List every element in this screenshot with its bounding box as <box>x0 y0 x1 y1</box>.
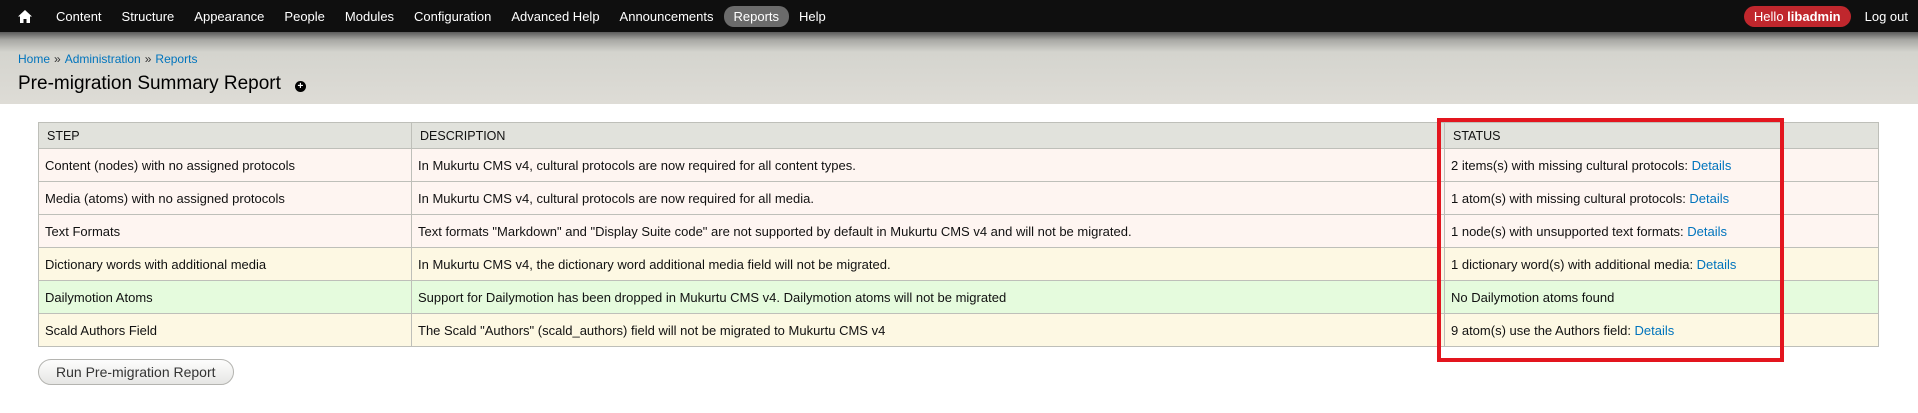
menu-item-people[interactable]: People <box>274 6 334 27</box>
table-row: Scald Authors Field The Scald "Authors" (… <box>38 313 1879 347</box>
details-link[interactable]: Details <box>1692 158 1732 173</box>
menu-item-reports[interactable]: Reports <box>723 5 790 27</box>
home-icon[interactable] <box>14 5 36 27</box>
toolbar-menu: Content Structure Appearance People Modules C… <box>46 5 836 27</box>
step-cell: Content (nodes) with no assigned protoco… <box>38 148 412 182</box>
status-cell: 1 node(s) with unsupported text formats:… <box>1444 214 1879 248</box>
menu-item-help[interactable]: Help <box>789 6 836 27</box>
table-row: Media (atoms) with no assigned protocols… <box>38 181 1879 215</box>
status-text: No Dailymotion atoms found <box>1451 289 1615 305</box>
breadcrumb-separator: » <box>54 52 61 66</box>
table-row: Dailymotion Atoms Support for Dailymotion… <box>38 280 1879 314</box>
breadcrumb-reports[interactable]: Reports <box>155 52 197 66</box>
breadcrumb-administration[interactable]: Administration <box>65 52 141 66</box>
plus-circle-icon[interactable]: + <box>294 80 306 92</box>
page-title: Pre-migration Summary Report <box>18 73 281 94</box>
table-row: Text Formats Text formats "Markdown" and … <box>38 214 1879 248</box>
status-text: 1 dictionary word(s) with additional med… <box>1451 256 1697 272</box>
menu-item-structure[interactable]: Structure <box>112 6 185 27</box>
column-header-step: STEP <box>38 122 412 149</box>
status-text: 1 node(s) with unsupported text formats: <box>1451 223 1688 239</box>
details-link[interactable]: Details <box>1687 224 1727 239</box>
menu-item-announcements[interactable]: Announcements <box>610 6 724 27</box>
details-link[interactable]: Details <box>1635 323 1675 338</box>
status-text: 2 items(s) with missing cultural protoco… <box>1451 157 1692 173</box>
breadcrumb-home[interactable]: Home <box>18 52 50 66</box>
step-cell: Dailymotion Atoms <box>38 280 412 314</box>
main-content: STEP DESCRIPTION STATUS Content (nodes) … <box>0 104 1918 385</box>
description-cell: In Mukurtu CMS v4, cultural protocols ar… <box>411 148 1445 182</box>
breadcrumb: Home» Administration» Reports <box>18 52 1900 66</box>
status-cell: 2 items(s) with missing cultural protoco… <box>1444 148 1879 182</box>
breadcrumb-separator: » <box>144 52 152 66</box>
step-cell: Text Formats <box>38 214 412 248</box>
logout-link[interactable]: Log out <box>1865 9 1908 24</box>
status-text: 1 atom(s) with missing cultural protocol… <box>1451 190 1690 206</box>
status-cell: 1 atom(s) with missing cultural protocol… <box>1444 181 1879 215</box>
menu-item-modules[interactable]: Modules <box>335 6 404 27</box>
description-cell: Support for Dailymotion has been dropped… <box>411 280 1445 314</box>
status-cell: 1 dictionary word(s) with additional med… <box>1444 247 1879 281</box>
summary-table: STEP DESCRIPTION STATUS Content (nodes) … <box>38 122 1879 347</box>
column-header-status: STATUS <box>1444 122 1879 149</box>
greeting-prefix: Hello <box>1753 8 1788 24</box>
run-report-button[interactable]: Run Pre-migration Report <box>38 359 234 385</box>
description-cell: In Mukurtu CMS v4, cultural protocols ar… <box>411 181 1445 215</box>
description-cell: In Mukurtu CMS v4, the dictionary word a… <box>411 247 1445 281</box>
table-row: Dictionary words with additional media In… <box>38 247 1879 281</box>
details-link[interactable]: Details <box>1689 191 1729 206</box>
menu-item-configuration[interactable]: Configuration <box>404 6 501 27</box>
status-cell: No Dailymotion atoms found <box>1444 280 1879 314</box>
page-header: Home» Administration» Reports Pre-migratio… <box>0 32 1918 104</box>
status-text: 9 atom(s) use the Authors field: <box>1451 322 1635 338</box>
details-link[interactable]: Details <box>1697 257 1737 272</box>
menu-item-content[interactable]: Content <box>46 6 112 27</box>
step-cell: Scald Authors Field <box>38 313 412 347</box>
table-row: Content (nodes) with no assigned protoco… <box>38 148 1879 182</box>
step-cell: Dictionary words with additional media <box>38 247 412 281</box>
status-cell: 9 atom(s) use the Authors field: Details <box>1444 313 1879 347</box>
column-header-description: DESCRIPTION <box>411 122 1445 149</box>
step-cell: Media (atoms) with no assigned protocols <box>38 181 412 215</box>
menu-item-appearance[interactable]: Appearance <box>184 6 274 27</box>
user-greeting-badge[interactable]: Hello libadmin <box>1743 5 1851 27</box>
description-cell: Text formats "Markdown" and "Display Sui… <box>411 214 1445 248</box>
description-cell: The Scald "Authors" (scald_authors) fiel… <box>411 313 1445 347</box>
menu-item-advanced-help[interactable]: Advanced Help <box>501 6 609 27</box>
admin-toolbar: Content Structure Appearance People Modules C… <box>0 0 1918 32</box>
username: libadmin <box>1787 8 1841 24</box>
